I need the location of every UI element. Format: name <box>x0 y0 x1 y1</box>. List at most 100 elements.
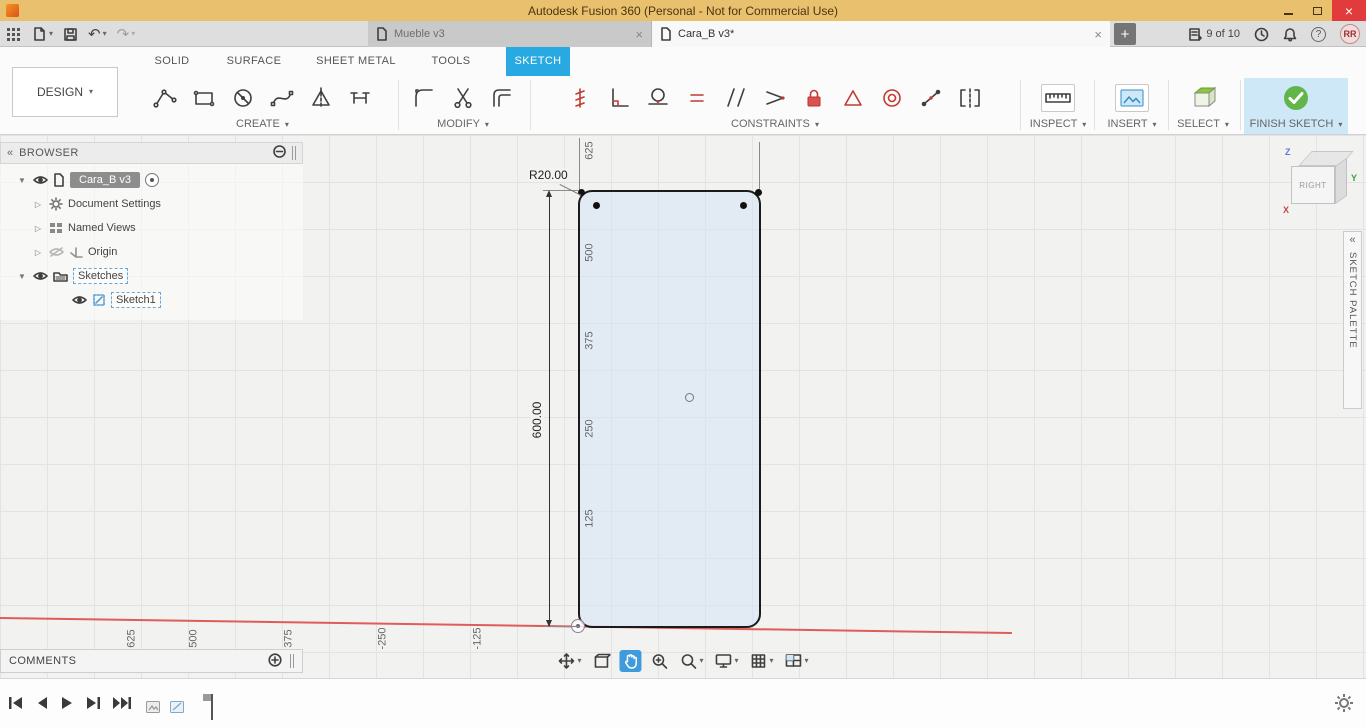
timeline-feature-icon[interactable] <box>145 699 161 715</box>
dimension-value[interactable]: 600.00 <box>530 395 544 445</box>
finish-sketch-dropdown[interactable]: FINISH SKETCH ▾ <box>1244 118 1348 134</box>
symmetry-constraint-icon[interactable] <box>957 85 983 111</box>
tree-item-label[interactable]: Document Settings <box>68 198 161 210</box>
save-button[interactable] <box>63 27 78 42</box>
close-tab-icon[interactable]: × <box>1094 27 1102 42</box>
mirror-tool-icon[interactable] <box>308 85 334 111</box>
model-canvas[interactable]: 600.00 R20.00 625 500 375 250 125 625 50… <box>0 135 1366 678</box>
insert-dropdown[interactable]: INSERT ▾ <box>1100 118 1164 134</box>
play-button[interactable] <box>60 696 74 710</box>
fillet-tool-icon[interactable] <box>411 85 437 111</box>
view-cube[interactable]: Z RIGHT Y X <box>1283 147 1357 215</box>
settings-gear-icon[interactable] <box>1334 693 1354 716</box>
minimize-panel-icon[interactable] <box>273 145 286 161</box>
panel-resize-grip[interactable] <box>292 146 296 160</box>
sketch-profile[interactable] <box>578 190 761 628</box>
file-menu-button[interactable]: ▾ <box>31 26 53 42</box>
visibility-eye-icon[interactable] <box>33 175 48 185</box>
skip-to-end-button[interactable] <box>112 696 132 710</box>
skip-to-start-button[interactable] <box>8 696 24 710</box>
sketch-point[interactable] <box>755 189 762 196</box>
inspect-dropdown[interactable]: INSPECT ▾ <box>1026 118 1090 134</box>
display-settings-button[interactable]: ▾ <box>712 650 740 672</box>
dimension-line[interactable] <box>549 192 550 626</box>
insert-canvas-icon[interactable] <box>1115 84 1149 112</box>
pan-tool-button[interactable] <box>619 649 642 672</box>
document-tab-mueble[interactable]: Mueble v3 × <box>368 21 652 47</box>
notifications-bell-icon[interactable] <box>1283 27 1297 42</box>
rectangle-tool-icon[interactable] <box>191 85 217 111</box>
visibility-eye-icon[interactable] <box>72 295 87 305</box>
expand-icon[interactable]: ▷ <box>32 248 44 257</box>
equal-constraint-icon[interactable] <box>684 85 710 111</box>
app-grid-icon[interactable] <box>6 27 21 42</box>
slot-tool-icon[interactable] <box>347 85 373 111</box>
user-avatar[interactable]: RR <box>1340 24 1360 44</box>
tab-solid[interactable]: SOLID <box>142 47 202 76</box>
sketch-point[interactable] <box>740 202 747 209</box>
restore-button[interactable] <box>1303 0 1332 21</box>
tree-item-label[interactable]: Origin <box>88 246 117 258</box>
workspace-selector[interactable]: DESIGN ▾ <box>12 67 118 117</box>
grid-snap-button[interactable]: ▾ <box>748 650 776 672</box>
perpendicular-constraint-icon[interactable] <box>606 85 632 111</box>
tab-sheet-metal[interactable]: SHEET METAL <box>306 47 406 76</box>
tab-surface[interactable]: SURFACE <box>218 47 290 76</box>
tangent-constraint-icon[interactable] <box>645 85 671 111</box>
radius-value[interactable]: R20.00 <box>527 168 570 182</box>
sketch-center-point[interactable] <box>685 393 694 402</box>
collapse-panel-icon[interactable]: « <box>1349 235 1355 246</box>
tab-tools[interactable]: TOOLS <box>422 47 480 76</box>
tree-item-label[interactable]: Sketch1 <box>111 292 161 308</box>
view-cube-front-face[interactable]: RIGHT <box>1291 166 1335 204</box>
fix-lock-constraint-icon[interactable] <box>801 85 827 111</box>
trim-scissors-icon[interactable] <box>450 85 476 111</box>
expand-icon[interactable]: ▼ <box>16 176 28 185</box>
expand-icon[interactable]: ▼ <box>16 272 28 281</box>
concentric-constraint-icon[interactable] <box>879 85 905 111</box>
job-status-button[interactable]: 9 of 10 <box>1188 27 1240 41</box>
document-tab-cara-b[interactable]: Cara_B v3* × <box>652 21 1110 47</box>
zoom-window-button[interactable]: ▾ <box>677 650 705 672</box>
comments-bar[interactable]: COMMENTS <box>0 649 303 673</box>
select-window-icon[interactable] <box>1189 85 1217 111</box>
finish-sketch-check-icon[interactable] <box>1281 83 1311 113</box>
view-cube-side-face[interactable] <box>1335 157 1347 205</box>
parallel-constraint-icon[interactable] <box>723 85 749 111</box>
minimize-button[interactable] <box>1274 0 1303 21</box>
tree-item-label[interactable]: Named Views <box>68 222 136 234</box>
timeline-sketch-icon[interactable] <box>169 699 185 715</box>
finish-sketch-button[interactable]: FINISH SKETCH ▾ <box>1244 78 1348 134</box>
coincident-constraint-icon[interactable] <box>762 85 788 111</box>
new-tab-button[interactable]: + <box>1114 23 1136 45</box>
dimension-tool-icon[interactable] <box>567 85 593 111</box>
viewports-button[interactable]: ▾ <box>783 650 811 672</box>
create-dropdown[interactable]: CREATE ▾ <box>135 118 390 134</box>
tree-item-document-settings[interactable]: ▷ Document Settings <box>0 192 303 216</box>
close-button[interactable]: × <box>1332 0 1366 21</box>
line-tool-icon[interactable] <box>152 85 178 111</box>
modify-dropdown[interactable]: MODIFY ▾ <box>402 118 524 134</box>
look-at-button[interactable] <box>590 650 612 672</box>
help-button[interactable]: ? <box>1311 26 1326 42</box>
zoom-in-button[interactable] <box>648 650 670 672</box>
redo-button[interactable]: ↷ ▾ <box>117 27 136 42</box>
sketch-point[interactable] <box>593 202 600 209</box>
tab-sketch[interactable]: SKETCH <box>506 47 570 76</box>
tree-item-root[interactable]: ▼ Cara_B v3 <box>0 168 303 192</box>
sketch-palette-tab[interactable]: « SKETCH PALETTE <box>1343 231 1362 409</box>
tree-item-sketch1[interactable]: Sketch1 <box>0 288 303 312</box>
fusion-logo-icon[interactable] <box>6 4 19 17</box>
add-comment-icon[interactable] <box>268 652 282 670</box>
tree-item-sketches[interactable]: ▼ Sketches <box>0 264 303 288</box>
history-clock-icon[interactable] <box>1254 27 1269 42</box>
measure-tool-icon[interactable] <box>1041 84 1075 112</box>
collapse-panel-icon[interactable]: « <box>7 147 13 159</box>
select-dropdown[interactable]: SELECT ▾ <box>1172 118 1234 134</box>
orbit-tool-button[interactable]: ▾ <box>555 650 583 672</box>
expand-icon[interactable]: ▷ <box>32 200 44 209</box>
visibility-eye-icon[interactable] <box>33 271 48 281</box>
tree-item-label[interactable]: Cara_B v3 <box>70 172 140 188</box>
x-axis-line[interactable] <box>0 617 1012 635</box>
step-back-button[interactable] <box>35 696 49 710</box>
